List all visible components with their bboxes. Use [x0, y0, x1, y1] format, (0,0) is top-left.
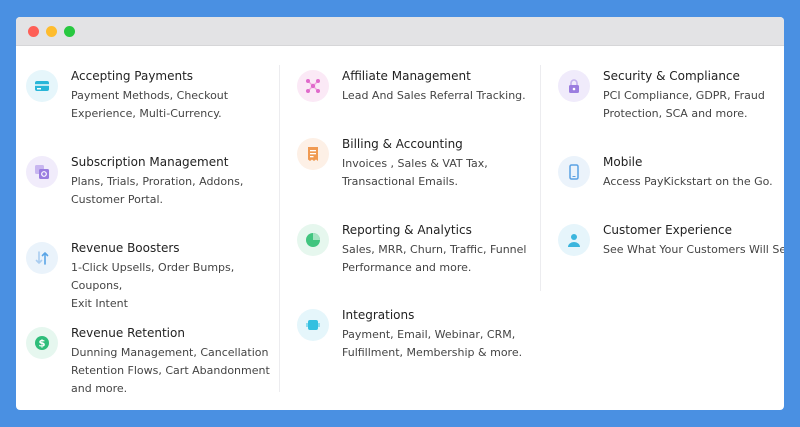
feature-title: Mobile: [603, 155, 643, 169]
network-nodes-icon: [297, 70, 329, 102]
feature-title: Accepting Payments: [71, 69, 194, 83]
description-line: See What Your Customers Will See.: [603, 243, 784, 256]
smartphone-icon: [558, 156, 590, 188]
feature-description: Invoices , Sales & VAT Tax, Transactiona…: [342, 155, 552, 191]
description-line: Customer Portal.: [71, 193, 164, 206]
feature-subscription-management[interactable]: Subscription Management Plans, Trials, P…: [26, 154, 281, 209]
description-line: Payment, Email, Webinar, CRM,: [342, 328, 516, 341]
description-line: Access PayKickstart on the Go.: [603, 175, 773, 188]
description-line: Plans, Trials, Proration, Addons,: [71, 175, 244, 188]
subscription-stack-icon: [26, 156, 58, 188]
maximize-window-button[interactable]: [64, 26, 75, 37]
browser-window: Accepting Payments Payment Methods, Chec…: [16, 17, 784, 410]
feature-title: Customer Experience: [603, 223, 733, 237]
description-line: Retention Flows, Cart Abandonment: [71, 364, 270, 377]
description-line: 1-Click Upsells, Order Bumps, Coupons,: [71, 261, 235, 292]
credit-card-icon: [26, 70, 58, 102]
description-line: Exit Intent: [71, 297, 128, 310]
feature-integrations[interactable]: Integrations Payment, Email, Webinar, CR…: [297, 307, 552, 362]
feature-reporting-analytics[interactable]: Reporting & Analytics Sales, MRR, Churn,…: [297, 222, 552, 277]
feature-security-compliance[interactable]: Security & Compliance PCI Compliance, GD…: [558, 68, 784, 123]
description-line: Payment Methods, Checkout: [71, 89, 229, 102]
dollar-coin-icon: $: [26, 327, 58, 359]
feature-title: Integrations: [342, 308, 415, 322]
user-person-icon: [558, 224, 590, 256]
invoice-document-icon: [297, 138, 329, 170]
feature-description: Lead And Sales Referral Tracking.: [342, 87, 552, 105]
feature-description: 1-Click Upsells, Order Bumps, Coupons, E…: [71, 259, 281, 313]
feature-revenue-retention[interactable]: $ Revenue Retention Dunning Management, …: [26, 325, 281, 398]
feature-title: Reporting & Analytics: [342, 223, 472, 237]
integration-square-icon: [297, 309, 329, 341]
description-line: Lead And Sales Referral Tracking.: [342, 89, 526, 102]
description-line: Protection, SCA and more.: [603, 107, 748, 120]
feature-title: Affiliate Management: [342, 69, 471, 83]
feature-description: PCI Compliance, GDPR, Fraud Protection, …: [603, 87, 784, 123]
feature-revenue-boosters[interactable]: Revenue Boosters 1-Click Upsells, Order …: [26, 240, 281, 313]
feature-accepting-payments[interactable]: Accepting Payments Payment Methods, Chec…: [26, 68, 281, 123]
feature-customer-experience[interactable]: Customer Experience See What Your Custom…: [558, 222, 784, 259]
feature-title: Revenue Retention: [71, 326, 185, 340]
description-line: Fulfillment, Membership & more.: [342, 346, 523, 359]
close-window-button[interactable]: [28, 26, 39, 37]
description-line: Dunning Management, Cancellation: [71, 346, 269, 359]
window-titlebar: [16, 17, 784, 46]
description-line: Invoices , Sales & VAT Tax,: [342, 157, 488, 170]
feature-description: Access PayKickstart on the Go.: [603, 173, 784, 191]
feature-description: Dunning Management, Cancellation Retenti…: [71, 344, 281, 398]
padlock-icon: [558, 70, 590, 102]
up-down-arrows-icon: [26, 242, 58, 274]
description-line: PCI Compliance, GDPR, Fraud: [603, 89, 765, 102]
feature-title: Subscription Management: [71, 155, 229, 169]
svg-text:$: $: [39, 339, 46, 350]
description-line: Transactional Emails.: [342, 175, 458, 188]
minimize-window-button[interactable]: [46, 26, 57, 37]
feature-affiliate-management[interactable]: Affiliate Management Lead And Sales Refe…: [297, 68, 552, 105]
feature-description: See What Your Customers Will See.: [603, 241, 784, 259]
feature-description: Payment, Email, Webinar, CRM, Fulfillmen…: [342, 326, 552, 362]
feature-description: Payment Methods, Checkout Experience, Mu…: [71, 87, 281, 123]
feature-title: Security & Compliance: [603, 69, 740, 83]
description-line: Experience, Multi-Currency.: [71, 107, 222, 120]
description-line: Sales, MRR, Churn, Traffic, Funnel: [342, 243, 527, 256]
feature-title: Billing & Accounting: [342, 137, 463, 151]
feature-description: Plans, Trials, Proration, Addons, Custom…: [71, 173, 281, 209]
description-line: Performance and more.: [342, 261, 472, 274]
feature-title: Revenue Boosters: [71, 241, 180, 255]
feature-billing-accounting[interactable]: Billing & Accounting Invoices , Sales & …: [297, 136, 552, 191]
pie-chart-icon: [297, 224, 329, 256]
feature-description: Sales, MRR, Churn, Traffic, Funnel Perfo…: [342, 241, 552, 277]
description-line: and more.: [71, 382, 128, 395]
feature-mobile[interactable]: Mobile Access PayKickstart on the Go.: [558, 154, 784, 191]
